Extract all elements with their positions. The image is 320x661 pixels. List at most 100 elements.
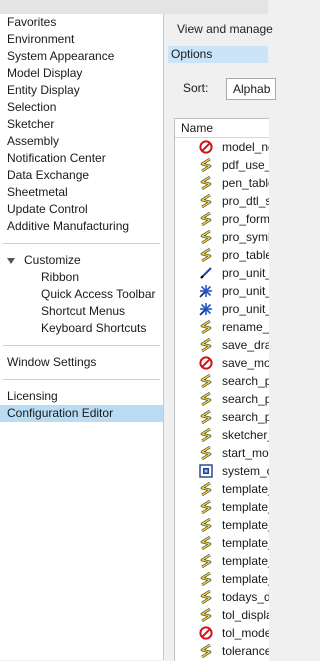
table-row[interactable]: template_ xyxy=(175,480,269,498)
sidebar-subitem-quick-access-toolbar[interactable]: Quick Access Toolbar xyxy=(0,286,163,303)
lightning-icon xyxy=(200,320,212,334)
star-icon xyxy=(199,303,212,316)
lightning-icon xyxy=(200,428,212,442)
option-name: save_moc xyxy=(222,356,269,370)
lightning-icon xyxy=(200,392,212,406)
lightning-icon xyxy=(200,608,212,622)
options-section-header[interactable]: Options xyxy=(168,46,268,63)
sort-dropdown[interactable]: Alphab xyxy=(226,78,276,100)
sidebar-item-sheetmetal[interactable]: Sheetmetal xyxy=(0,184,163,201)
lightning-icon xyxy=(200,248,212,262)
options-table-body: model_no pdf_use_p pen_table pro_dtl_se pro_… xyxy=(175,138,269,660)
table-row[interactable]: template_ xyxy=(175,552,269,570)
sidebar-subitem-keyboard-shortcuts[interactable]: Keyboard Shortcuts xyxy=(0,320,163,337)
table-row[interactable]: save_draw xyxy=(175,336,269,354)
table-row[interactable]: pdf_use_p xyxy=(175,156,269,174)
sidebar-item-window-settings[interactable]: Window Settings xyxy=(0,354,163,371)
no-entry-icon xyxy=(199,626,213,640)
table-row[interactable]: pro_table xyxy=(175,246,269,264)
sidebar-item-selection[interactable]: Selection xyxy=(0,99,163,116)
column-header-name[interactable]: Name xyxy=(175,119,269,138)
option-name: pro_symb xyxy=(222,230,269,244)
sidebar-item-system-appearance[interactable]: System Appearance xyxy=(0,48,163,65)
sidebar-item-customize[interactable]: Customize xyxy=(0,252,163,269)
option-name: template_ xyxy=(222,482,269,496)
table-row[interactable]: tolerance xyxy=(175,642,269,660)
table-row[interactable]: pro_unit_ xyxy=(175,282,269,300)
option-name: system_c xyxy=(222,464,269,478)
option-name: sketcher_ xyxy=(222,428,269,442)
lightning-icon xyxy=(200,176,212,190)
options-table: Name model_no pdf_use_p pen_table pro_dtl_s… xyxy=(174,118,269,661)
sidebar-item-additive-manufacturing[interactable]: Additive Manufacturing xyxy=(0,218,163,235)
option-name: model_no xyxy=(222,140,269,154)
table-row[interactable]: search_pa xyxy=(175,408,269,426)
customize-sublist: Ribbon Quick Access Toolbar Shortcut Menus… xyxy=(0,269,163,337)
option-name: pro_form xyxy=(222,212,269,226)
lightning-icon xyxy=(200,158,212,172)
table-row[interactable]: rename_d xyxy=(175,318,269,336)
option-name: save_draw xyxy=(222,338,269,352)
lightning-icon xyxy=(200,212,212,226)
table-row[interactable]: template_ xyxy=(175,534,269,552)
table-row[interactable]: search_pa xyxy=(175,390,269,408)
table-row[interactable]: template_ xyxy=(175,516,269,534)
table-row[interactable]: pen_table xyxy=(175,174,269,192)
lightning-icon xyxy=(200,230,212,244)
table-row[interactable]: template_ xyxy=(175,570,269,588)
sidebar-divider xyxy=(3,345,160,346)
pen-icon xyxy=(200,267,212,279)
option-name: tol_mode xyxy=(222,626,269,640)
table-row[interactable]: system_c xyxy=(175,462,269,480)
sidebar-subitem-ribbon[interactable]: Ribbon xyxy=(0,269,163,286)
option-name: search_pa xyxy=(222,410,269,424)
sidebar-item-configuration-editor[interactable]: Configuration Editor xyxy=(0,405,163,422)
table-row[interactable]: tol_mode xyxy=(175,624,269,642)
table-row[interactable]: tol_displa xyxy=(175,606,269,624)
option-name: pro_dtl_se xyxy=(222,194,269,208)
option-name: search_pa xyxy=(222,374,269,388)
panel-description: View and manage xyxy=(177,22,273,36)
option-name: template_ xyxy=(222,554,269,568)
sidebar-item-entity-display[interactable]: Entity Display xyxy=(0,82,163,99)
lightning-icon xyxy=(200,446,212,460)
sidebar-item-model-display[interactable]: Model Display xyxy=(0,65,163,82)
lightning-icon xyxy=(200,338,212,352)
option-name: pro_table xyxy=(222,248,269,262)
option-name: template_ xyxy=(222,536,269,550)
sidebar-item-environment[interactable]: Environment xyxy=(0,31,163,48)
lightning-icon xyxy=(200,518,212,532)
lightning-icon xyxy=(200,410,212,424)
sidebar-item-update-control[interactable]: Update Control xyxy=(0,201,163,218)
sidebar-subitem-shortcut-menus[interactable]: Shortcut Menus xyxy=(0,303,163,320)
sidebar-item-favorites[interactable]: Favorites xyxy=(0,14,163,31)
option-name: template_ xyxy=(222,518,269,532)
table-row[interactable]: pro_form xyxy=(175,210,269,228)
table-row[interactable]: search_pa xyxy=(175,372,269,390)
sidebar-item-notification-center[interactable]: Notification Center xyxy=(0,150,163,167)
table-row[interactable]: save_moc xyxy=(175,354,269,372)
sort-label: Sort: xyxy=(183,81,209,95)
option-name: todays_da xyxy=(222,590,269,604)
table-row[interactable]: sketcher_ xyxy=(175,426,269,444)
system-icon xyxy=(199,464,213,478)
option-name: search_pa xyxy=(222,392,269,406)
option-name: pdf_use_p xyxy=(222,158,269,172)
option-name: pro_unit_ xyxy=(222,302,269,316)
sidebar-item-assembly[interactable]: Assembly xyxy=(0,133,163,150)
table-row[interactable]: template_ xyxy=(175,498,269,516)
table-row[interactable]: pro_symb xyxy=(175,228,269,246)
sidebar-item-data-exchange[interactable]: Data Exchange xyxy=(0,167,163,184)
sidebar-divider xyxy=(3,379,160,380)
option-name: start_moc xyxy=(222,446,269,460)
table-row[interactable]: start_moc xyxy=(175,444,269,462)
sidebar-item-licensing[interactable]: Licensing xyxy=(0,388,163,405)
table-row[interactable]: pro_unit_ xyxy=(175,300,269,318)
collapse-triangle-icon[interactable] xyxy=(7,257,15,264)
table-row[interactable]: pro_dtl_se xyxy=(175,192,269,210)
table-row[interactable]: pro_unit_ xyxy=(175,264,269,282)
lightning-icon xyxy=(200,194,212,208)
sidebar-item-sketcher[interactable]: Sketcher xyxy=(0,116,163,133)
table-row[interactable]: model_no xyxy=(175,138,269,156)
table-row[interactable]: todays_da xyxy=(175,588,269,606)
